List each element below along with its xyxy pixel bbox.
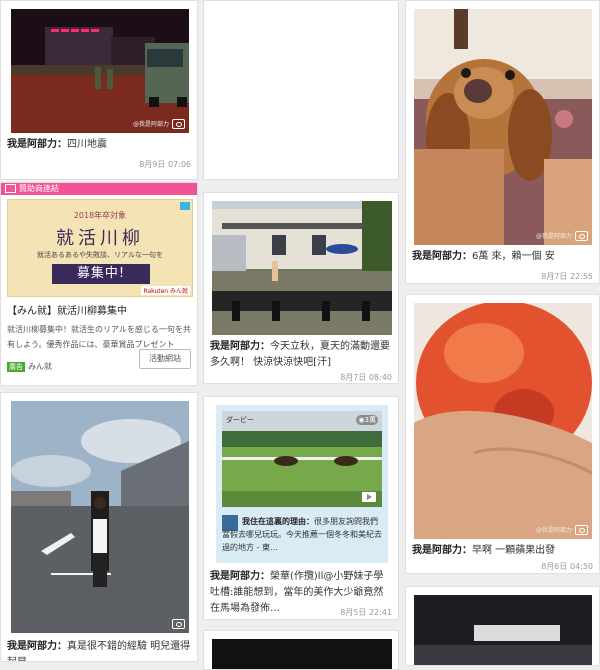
apple-photo-art (414, 303, 592, 539)
earthquake-photo[interactable]: @我是阿部力 (11, 9, 189, 133)
card-timestamp: 8月9日 07:06 (139, 160, 191, 169)
ad-banner[interactable]: 2018年卒対象 就活川柳 就活あるあるや失敗談、リアルな一句を 募集中! Ra… (7, 199, 193, 297)
patio-photo-art (212, 201, 392, 335)
feed-card-stage[interactable] (405, 586, 600, 666)
card-caption: 我是阿部力：6萬 來，賴一個 安 (412, 251, 555, 262)
card-timestamp: 8月5日 22:41 (340, 608, 392, 617)
feed-card-empty[interactable] (203, 0, 399, 180)
stage-photo-art (414, 595, 592, 665)
ad-banner-cta: 募集中! (52, 264, 150, 284)
patio-photo[interactable] (212, 201, 392, 335)
card-caption: 我是阿部力：真是很不錯的經驗 明兒還得起早， (7, 641, 191, 661)
ad-description: 就活川柳募集中！就活生のリアルを感じる一句を共有しよう。優秀作品には、豪華賞品プ… (7, 325, 191, 349)
bottom-photo[interactable] (212, 639, 392, 669)
watermark: @我是阿部力 (132, 121, 169, 128)
ad-footer: 廣告 みん就 (7, 361, 52, 372)
dog-photo[interactable]: @我是阿部力 (414, 9, 592, 245)
card-caption: 我是阿部力：四川地震 (7, 139, 107, 150)
card-caption: 我是阿部力：早啊 一顆蘋果出發 (412, 545, 556, 556)
video-play-icon[interactable] (362, 492, 376, 502)
ad-icon (5, 184, 16, 193)
ad-banner-title: 就活川柳 (56, 228, 144, 249)
rakuten-logo: Rakuten みん就 (141, 286, 190, 295)
camera-icon (172, 119, 185, 129)
stage-photo[interactable] (414, 595, 592, 665)
horserace-video[interactable]: ダービー ◉3萬 (222, 411, 382, 507)
earthquake-photo-art (11, 9, 189, 133)
visit-site-button[interactable]: 活動網站 (139, 349, 191, 369)
ad-tag: 廣告 (7, 362, 25, 372)
ad-source: みん就 (28, 362, 52, 371)
card-timestamp: 8月6日 04:50 (541, 562, 593, 571)
feed-card-bottom[interactable] (203, 630, 399, 670)
watermark: @我是阿部力 (535, 527, 572, 534)
feed-card-horserace[interactable]: ダービー ◉3萬 我住在這裏的理由：很多朋友詢問我們當假去哪兒玩玩。今天推薦一個… (203, 396, 399, 620)
camera-icon (575, 231, 588, 241)
racetrack-photo[interactable] (11, 401, 189, 633)
racetrack-photo-art (11, 401, 189, 633)
watermark: @我是阿部力 (535, 233, 572, 240)
video-title: ダービー (226, 416, 254, 424)
feed-card-patio[interactable]: 我是阿部力：今天立秋，夏天的滿動還要多久啊！ 快涼快涼快吧[汗] 8月7日 08… (203, 192, 399, 384)
ad-banner-subtitle: 2018年卒対象 (73, 211, 127, 220)
view-count: ◉3萬 (356, 415, 378, 425)
adchoices-icon[interactable] (180, 202, 190, 210)
ad-title[interactable]: 【みん就】就活川柳募集中 (7, 302, 127, 317)
card-timestamp: 8月7日 22:55 (541, 272, 593, 281)
camera-icon (172, 619, 185, 629)
dog-photo-art (414, 9, 592, 245)
apple-photo[interactable]: @我是阿部力 (414, 303, 592, 539)
feed-card-racetrack[interactable]: 我是阿部力：真是很不錯的經驗 明兒還得起早， (0, 392, 198, 662)
horserace-art (222, 411, 382, 507)
embedded-post-text: 我住在這裏的理由：很多朋友詢問我們當假去哪兒玩玩。今天推薦一個冬冬和美紀去過的地… (222, 517, 382, 552)
embedded-post[interactable]: ダービー ◉3萬 我住在這裏的理由：很多朋友詢問我們當假去哪兒玩玩。今天推薦一個… (216, 405, 388, 563)
feed-card-dog[interactable]: @我是阿部力 我是阿部力：6萬 來，賴一個 安 8月7日 22:55 (405, 0, 600, 284)
feed-card-earthquake[interactable]: @我是阿部力 我是阿部力：四川地震 8月9日 07:06 (0, 0, 198, 180)
card-timestamp: 8月7日 08:40 (340, 373, 392, 382)
card-caption: 我是阿部力：今天立秋，夏天的滿動還要多久啊！ 快涼快涼快吧[汗] (210, 341, 390, 368)
ad-banner-tagline: 就活あるあるや失敗談、リアルな一句を (37, 251, 163, 259)
camera-icon (575, 525, 588, 535)
sponsor-card[interactable]: 贊助商連結 2018年卒対象 就活川柳 就活あるあるや失敗談、リアルな一句を 募… (0, 182, 198, 386)
feed-card-apple[interactable]: @我是阿部力 我是阿部力：早啊 一顆蘋果出發 8月6日 04:50 (405, 294, 600, 574)
sponsor-header: 贊助商連結 (1, 183, 197, 195)
